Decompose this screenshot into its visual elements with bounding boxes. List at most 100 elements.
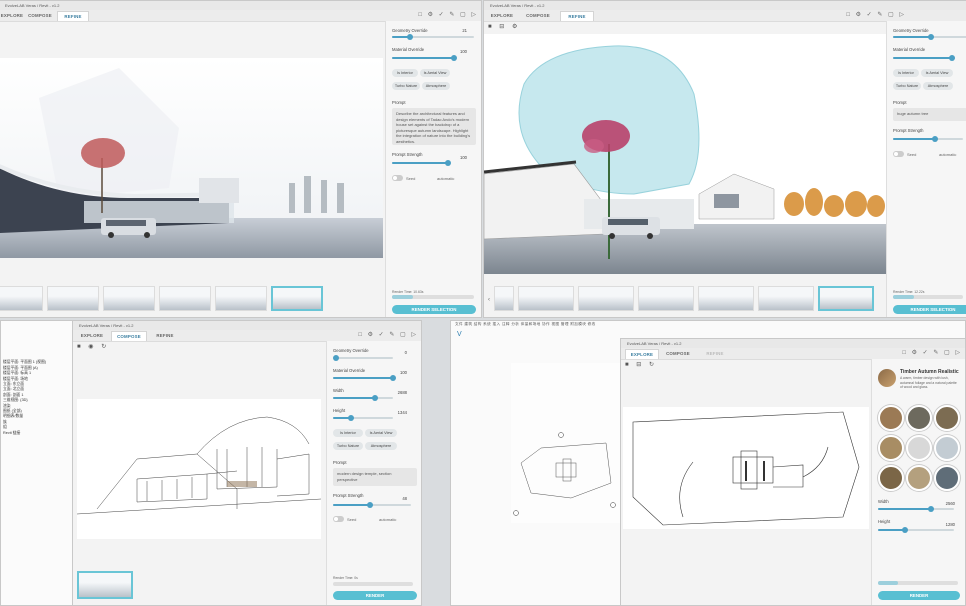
- style-preset-thumbnail[interactable]: [934, 465, 960, 491]
- thumbnail-selected[interactable]: [271, 286, 323, 311]
- style-preset-thumbnail[interactable]: [906, 405, 932, 431]
- prompt-textarea[interactable]: huge autumn tree: [893, 108, 966, 121]
- style-preset-thumbnail[interactable]: [934, 405, 960, 431]
- tab-refine[interactable]: REFINE: [57, 11, 89, 21]
- material-override-value[interactable]: 100: [460, 49, 467, 54]
- thumbnail[interactable]: [0, 286, 43, 311]
- tree-item[interactable]: 楼层平面: 平面图 (A): [3, 366, 38, 370]
- render-canvas[interactable]: [484, 34, 888, 274]
- prev-arrow-icon[interactable]: ‹: [488, 297, 490, 303]
- height-slider[interactable]: [333, 415, 393, 421]
- thumbnail[interactable]: [47, 286, 99, 311]
- prompt-strength-slider[interactable]: [392, 160, 451, 166]
- tree-item[interactable]: 族: [3, 420, 7, 424]
- render-selection-button[interactable]: RENDER SELECTION: [392, 305, 476, 314]
- tree-item[interactable]: 渲染: [3, 404, 11, 408]
- geometry-override-slider[interactable]: [392, 34, 474, 40]
- render-button[interactable]: RENDER: [333, 591, 417, 600]
- seed-value[interactable]: automatic: [379, 517, 396, 522]
- thumbnail[interactable]: [215, 286, 267, 311]
- tree-item[interactable]: 立面: 东立面: [3, 382, 24, 386]
- thumbnail[interactable]: [159, 286, 211, 311]
- style-preset-thumbnail[interactable]: [934, 435, 960, 461]
- prompt-textarea[interactable]: modern design temple, section perspectiv…: [333, 468, 417, 486]
- chip-is-aerial-view[interactable]: Is Aerial View: [365, 429, 397, 437]
- tab-explore[interactable]: EXPLORE: [625, 349, 659, 359]
- chip-is-interior[interactable]: Is Interior: [333, 429, 363, 437]
- tree-item[interactable]: 明细表/数量: [3, 414, 23, 418]
- prompt-strength-slider[interactable]: [333, 502, 411, 508]
- thumbnail-selected[interactable]: [77, 571, 133, 599]
- tab-explore[interactable]: EXPLORE: [0, 11, 25, 20]
- material-override-slider[interactable]: [333, 375, 396, 381]
- prompt-strength-value[interactable]: 100: [460, 155, 467, 160]
- seed-toggle[interactable]: [392, 175, 403, 181]
- compose-canvas[interactable]: [77, 399, 321, 539]
- prompt-strength-value[interactable]: 48: [402, 496, 407, 501]
- tab-compose[interactable]: COMPOSE: [522, 11, 554, 20]
- style-preset-thumbnail[interactable]: [878, 465, 904, 491]
- geometry-override-slider[interactable]: [333, 355, 393, 361]
- seed-toggle[interactable]: [333, 516, 344, 522]
- window-toolbar-icons[interactable]: □ ⚙ ✓ ✎ ▢ ▷: [358, 331, 418, 340]
- width-value[interactable]: 2560: [946, 501, 955, 506]
- width-slider[interactable]: [878, 506, 954, 512]
- chip-turbo-nature[interactable]: Turbo Nature: [392, 82, 420, 90]
- tab-refine[interactable]: REFINE: [699, 349, 731, 358]
- project-browser-tree[interactable]: 楼层平面: 平面图 1 (视图) 楼层平面: 平面图 (A) 楼层平面: 标高 …: [3, 355, 46, 442]
- width-value[interactable]: 2688: [398, 390, 407, 395]
- chip-turbo-nature[interactable]: Turbo Nature: [893, 82, 921, 90]
- chip-is-aerial-view[interactable]: Is Aerial View: [921, 69, 953, 77]
- width-slider[interactable]: [333, 395, 393, 401]
- tab-compose[interactable]: COMPOSE: [25, 11, 55, 20]
- window-toolbar-icons[interactable]: □ ⚙ ✓ ✎ ▢ ▷: [902, 349, 962, 358]
- render-canvas[interactable]: [0, 58, 383, 258]
- thumbnail[interactable]: [638, 286, 694, 311]
- material-override-slider[interactable]: [392, 55, 457, 61]
- tree-item[interactable]: 楼层平面: 标高 1: [3, 371, 31, 375]
- chip-is-interior[interactable]: Is Interior: [893, 69, 919, 77]
- thumbnail[interactable]: [578, 286, 634, 311]
- thumbnail[interactable]: [103, 286, 155, 311]
- tree-item[interactable]: 三维视图: {3D}: [3, 398, 28, 402]
- geometry-override-value[interactable]: 0: [405, 350, 407, 355]
- style-preset-thumbnail[interactable]: [906, 465, 932, 491]
- thumbnail[interactable]: [758, 286, 814, 311]
- thumbnail[interactable]: [518, 286, 574, 311]
- canvas-tools[interactable]: ■ ⊟ ⚙: [488, 23, 520, 30]
- thumbnail[interactable]: [698, 286, 754, 311]
- thumbnail-selected[interactable]: [818, 286, 874, 311]
- tab-explore[interactable]: EXPLORE: [77, 331, 107, 340]
- thumbnail[interactable]: [494, 286, 514, 311]
- tab-refine[interactable]: REFINE: [560, 11, 594, 21]
- style-preset-thumbnail[interactable]: [878, 435, 904, 461]
- chip-atmosphere[interactable]: Atmosphere: [923, 82, 953, 90]
- explore-canvas[interactable]: [623, 407, 869, 529]
- revit-ribbon[interactable]: 文件 建筑 结构 系统 插入 注释 分析 体量和场地 协作 视图 管理 附加模块…: [455, 322, 596, 327]
- tree-item[interactable]: 剖面: 剖面 1: [3, 393, 23, 397]
- tab-compose[interactable]: COMPOSE: [661, 349, 695, 358]
- height-slider[interactable]: [878, 527, 954, 533]
- material-override-value[interactable]: 100: [400, 370, 407, 375]
- chip-turbo-nature[interactable]: Turbo Nature: [333, 442, 363, 450]
- tab-refine[interactable]: REFINE: [149, 331, 181, 340]
- canvas-tools[interactable]: ■ ◉ ↻: [77, 343, 109, 350]
- height-value[interactable]: 1344: [398, 410, 407, 415]
- revit-site-view[interactable]: [511, 363, 621, 523]
- style-preset-thumbnail[interactable]: [906, 435, 932, 461]
- prompt-textarea[interactable]: Describe the architectural features and …: [392, 108, 476, 145]
- tree-item[interactable]: 楼层平面: 平面图 1 (视图): [3, 360, 46, 364]
- seed-value[interactable]: automatic: [939, 152, 956, 157]
- tree-item[interactable]: 组: [3, 425, 7, 429]
- style-preset-thumbnail[interactable]: [878, 405, 904, 431]
- tab-explore[interactable]: EXPLORE: [488, 11, 516, 20]
- seed-toggle[interactable]: [893, 151, 904, 157]
- tree-item[interactable]: Revit 链接: [3, 431, 20, 435]
- render-selection-button[interactable]: RENDER SELECTION: [893, 305, 966, 314]
- render-button[interactable]: RENDER: [878, 591, 960, 600]
- window-toolbar-icons[interactable]: □ ⚙ ✓ ✎ ▢ ▷: [418, 11, 478, 20]
- geometry-override-slider[interactable]: [893, 34, 966, 40]
- seed-value[interactable]: automatic: [437, 176, 454, 181]
- height-value[interactable]: 1280: [946, 522, 955, 527]
- geometry-override-value[interactable]: 21: [462, 28, 467, 33]
